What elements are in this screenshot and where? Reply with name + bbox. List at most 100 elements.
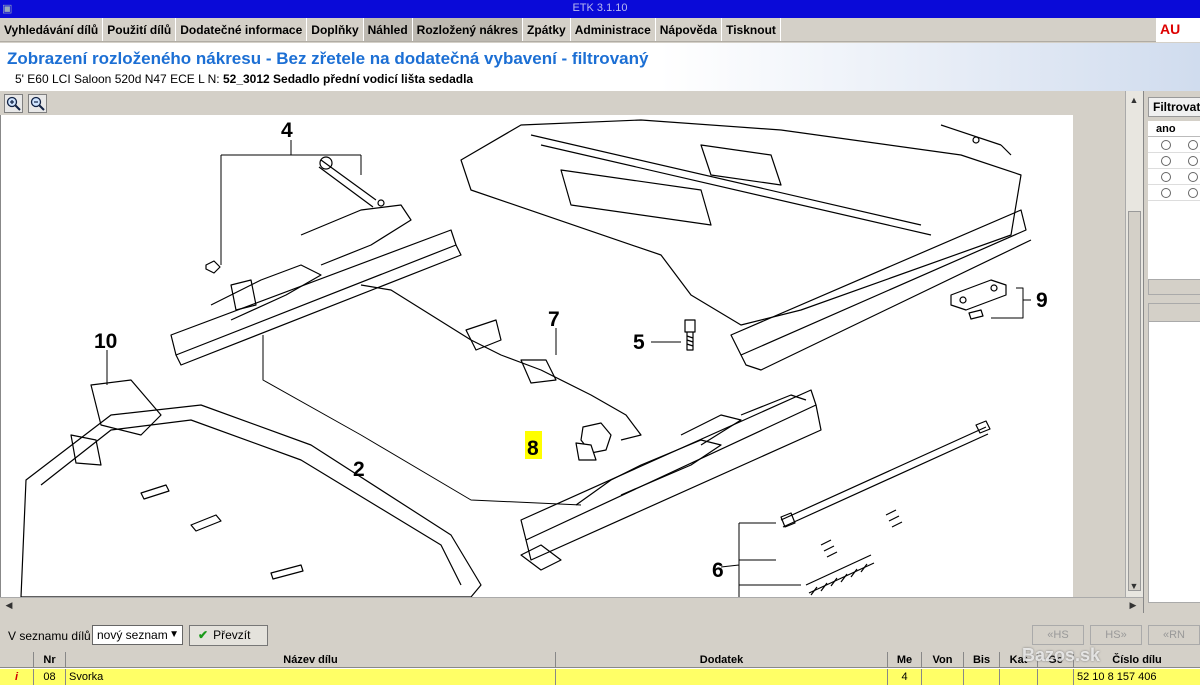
filter-row: [1148, 169, 1200, 185]
cell-from: [922, 669, 964, 685]
etk-window: ▣ ETK 3.1.10 Vyhledávání dílů Použití dí…: [0, 0, 1200, 688]
window-title: ETK 3.1.10: [572, 2, 628, 14]
scroll-left-icon[interactable]: ◀: [2, 598, 16, 612]
col-name[interactable]: Název dílu: [66, 652, 556, 668]
accept-button[interactable]: ✔ Převzít: [189, 625, 268, 646]
vehicle-breadcrumb: 5' E60 LCI Saloon 520d N47 ECE L N: 52_3…: [15, 72, 473, 86]
bottom-toolbar: V seznamu dílů nový seznam ▼ ✔ Převzít «H…: [0, 621, 1200, 649]
group-info: 52_3012 Sedadlo přední vodicí lišta seda…: [222, 72, 474, 86]
callout-6[interactable]: 6: [712, 559, 724, 582]
parts-table: Nr Název dílu Dodatek Me Von Bis Kat Ge …: [0, 652, 1200, 688]
right-seat-rail[interactable]: [520, 389, 822, 571]
accept-button-label: Převzít: [213, 628, 251, 642]
filter-grid-header: [1149, 304, 1200, 322]
filter-options: [1148, 137, 1200, 201]
filter-row: [1148, 153, 1200, 169]
col-to[interactable]: Bis: [964, 652, 1000, 668]
menu-item-administrace[interactable]: Administrace: [571, 18, 656, 41]
bracket-9[interactable]: [950, 279, 1007, 320]
diagram-horizontal-scrollbar[interactable]: ◀ ▶: [0, 597, 1143, 613]
diagram-vertical-scrollbar[interactable]: ▲ ▼: [1125, 91, 1143, 597]
filter-radio[interactable]: [1188, 156, 1198, 166]
clip-8[interactable]: [575, 422, 612, 461]
scroll-up-icon[interactable]: ▲: [1127, 93, 1141, 107]
menu-item-doplnky[interactable]: Doplňky: [307, 18, 364, 41]
menu-item-vyhledavani[interactable]: Vyhledávání dílů: [0, 18, 104, 41]
prev-hs-button[interactable]: «HS: [1032, 625, 1084, 645]
col-from[interactable]: Von: [922, 652, 964, 668]
chevron-down-icon: ▼: [169, 629, 179, 640]
cell-qty: 4: [888, 669, 922, 685]
zoom-out-icon[interactable]: [28, 94, 47, 113]
bolt-5[interactable]: [684, 319, 696, 351]
menu-item-napoveda[interactable]: Nápověda: [656, 18, 723, 41]
table-header: Nr Název dílu Dodatek Me Von Bis Kat Ge …: [0, 652, 1200, 668]
vehicle-info: 5' E60 LCI Saloon 520d N47 ECE L N:: [15, 72, 220, 86]
cell-ge: [1038, 669, 1074, 685]
brand-logo-text: AU: [1160, 21, 1181, 37]
filter-horizontal-scrollbar[interactable]: [1148, 279, 1200, 295]
callout-9[interactable]: 9: [1036, 289, 1048, 312]
seat-pan-10[interactable]: [20, 379, 482, 597]
col-icon[interactable]: [0, 652, 34, 668]
exploded-diagram[interactable]: 4 10 2 7 5 8 9 6: [0, 115, 1073, 597]
col-nr[interactable]: Nr: [34, 652, 66, 668]
callout-4[interactable]: 4: [281, 119, 293, 142]
filter-radio[interactable]: [1188, 188, 1198, 198]
menu-item-zpatky[interactable]: Zpátky: [523, 18, 571, 41]
filter-column-header: ano: [1148, 121, 1200, 137]
info-icon[interactable]: i: [0, 669, 34, 685]
diagram-svg: 4 10 2 7 5 8 9 6: [20, 119, 1048, 597]
callout-5[interactable]: 5: [633, 331, 645, 354]
filter-radio[interactable]: [1161, 156, 1171, 166]
cell-addition: [556, 669, 888, 685]
filter-panel: Filtrovat ano: [1143, 91, 1200, 613]
left-seat-rail[interactable]: [170, 156, 462, 366]
callout-7[interactable]: 7: [548, 308, 560, 331]
callout-2[interactable]: 2: [353, 458, 365, 481]
filter-title: Filtrovat: [1148, 97, 1200, 117]
cable-7[interactable]: [360, 284, 642, 441]
callout-8[interactable]: 8: [527, 437, 539, 460]
parts-list-label: V seznamu dílů: [8, 629, 91, 643]
filter-radio[interactable]: [1188, 172, 1198, 182]
scroll-right-icon[interactable]: ▶: [1126, 598, 1140, 612]
watermark: Bazos.sk: [1022, 645, 1101, 665]
menu-item-pouziti[interactable]: Použití dílů: [103, 18, 177, 41]
menu-item-tisknout[interactable]: Tisknout: [722, 18, 781, 41]
filter-radio[interactable]: [1188, 140, 1198, 150]
scroll-down-icon[interactable]: ▼: [1127, 579, 1141, 593]
parts-list-select[interactable]: nový seznam ▼: [92, 625, 183, 645]
filter-row: [1148, 137, 1200, 153]
scroll-thumb[interactable]: [1128, 211, 1141, 591]
cell-name: Svorka: [66, 669, 556, 685]
parts-list-value: nový seznam: [97, 628, 168, 642]
cell-to: [964, 669, 1000, 685]
col-qty[interactable]: Me: [888, 652, 922, 668]
cell-nr: 08: [34, 669, 66, 685]
menu-bar: Vyhledávání dílů Použití dílů Dodatečné …: [0, 18, 1200, 42]
filter-empty-area: [1148, 201, 1200, 279]
menu-item-rozlozeny-nakres[interactable]: Rozložený nákres: [412, 18, 524, 41]
callout-10[interactable]: 10: [94, 330, 117, 353]
filter-grid: [1148, 303, 1200, 603]
cell-part-number: 52 10 8 157 406: [1077, 671, 1157, 683]
filter-radio[interactable]: [1161, 172, 1171, 182]
page-header: Zobrazení rozloženého nákresu - Bez zřet…: [0, 43, 1200, 91]
prev-rn-button[interactable]: «RN: [1148, 625, 1200, 645]
check-icon: ✔: [198, 628, 209, 642]
brand-logo: AU: [1156, 18, 1200, 42]
page-title: Zobrazení rozloženého nákresu - Bez zřet…: [7, 49, 649, 68]
filter-radio[interactable]: [1161, 140, 1171, 150]
zoom-toolbar: [0, 91, 1143, 115]
cell-cat: [1000, 669, 1038, 685]
col-addition[interactable]: Dodatek: [556, 652, 888, 668]
menu-item-dodatecne-informace[interactable]: Dodatečné informace: [176, 18, 308, 41]
next-hs-button[interactable]: HS»: [1090, 625, 1142, 645]
menu-item-nahled[interactable]: Náhled: [363, 18, 413, 41]
zoom-in-icon[interactable]: [4, 94, 23, 113]
seat-frame[interactable]: [460, 119, 1032, 371]
table-row[interactable]: i 08 Svorka 4 52 10 8 157 406: [0, 669, 1200, 685]
filter-radio[interactable]: [1161, 188, 1171, 198]
springs-6[interactable]: [780, 420, 991, 596]
